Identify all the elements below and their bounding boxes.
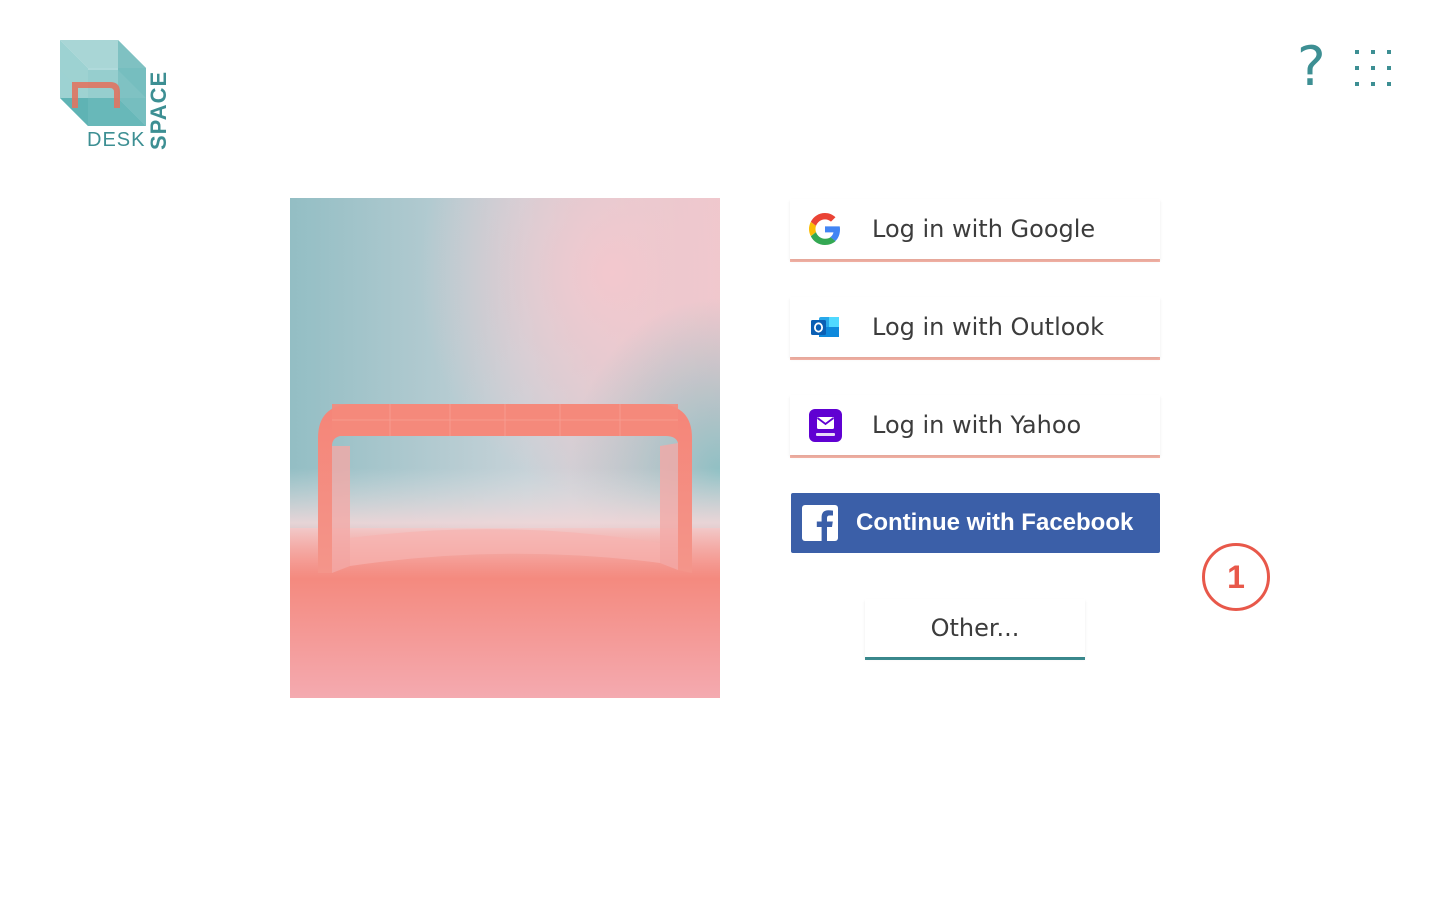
login-outlook-label: Log in with Outlook: [872, 313, 1104, 341]
hero-desk-image: [290, 198, 720, 698]
step-number-badge: 1: [1202, 543, 1270, 611]
login-google-label: Log in with Google: [872, 215, 1096, 243]
other-login-button[interactable]: Other...: [865, 599, 1085, 657]
continue-facebook-label: Continue with Facebook: [856, 509, 1134, 536]
login-yahoo-label: Log in with Yahoo: [872, 411, 1082, 439]
logo-word-desk: DESK: [87, 129, 146, 151]
apps-grid-icon[interactable]: [1353, 48, 1393, 88]
login-yahoo-button[interactable]: Log in with Yahoo: [790, 395, 1160, 455]
other-login-label: Other...: [930, 614, 1020, 642]
logo-word-space: SPACE: [146, 70, 171, 150]
help-icon[interactable]: ?: [1297, 36, 1326, 98]
facebook-icon: [802, 505, 838, 541]
google-icon: [808, 212, 842, 246]
login-page: DESK SPACE ? Log in with Google Log in w…: [0, 0, 1440, 900]
login-google-button[interactable]: Log in with Google: [790, 199, 1160, 259]
login-outlook-button[interactable]: Log in with Outlook: [790, 297, 1160, 357]
deskspace-logo[interactable]: DESK SPACE: [58, 38, 176, 151]
yahoo-mail-icon: [808, 408, 842, 442]
continue-facebook-button[interactable]: Continue with Facebook: [791, 493, 1160, 553]
outlook-icon: [808, 310, 842, 344]
